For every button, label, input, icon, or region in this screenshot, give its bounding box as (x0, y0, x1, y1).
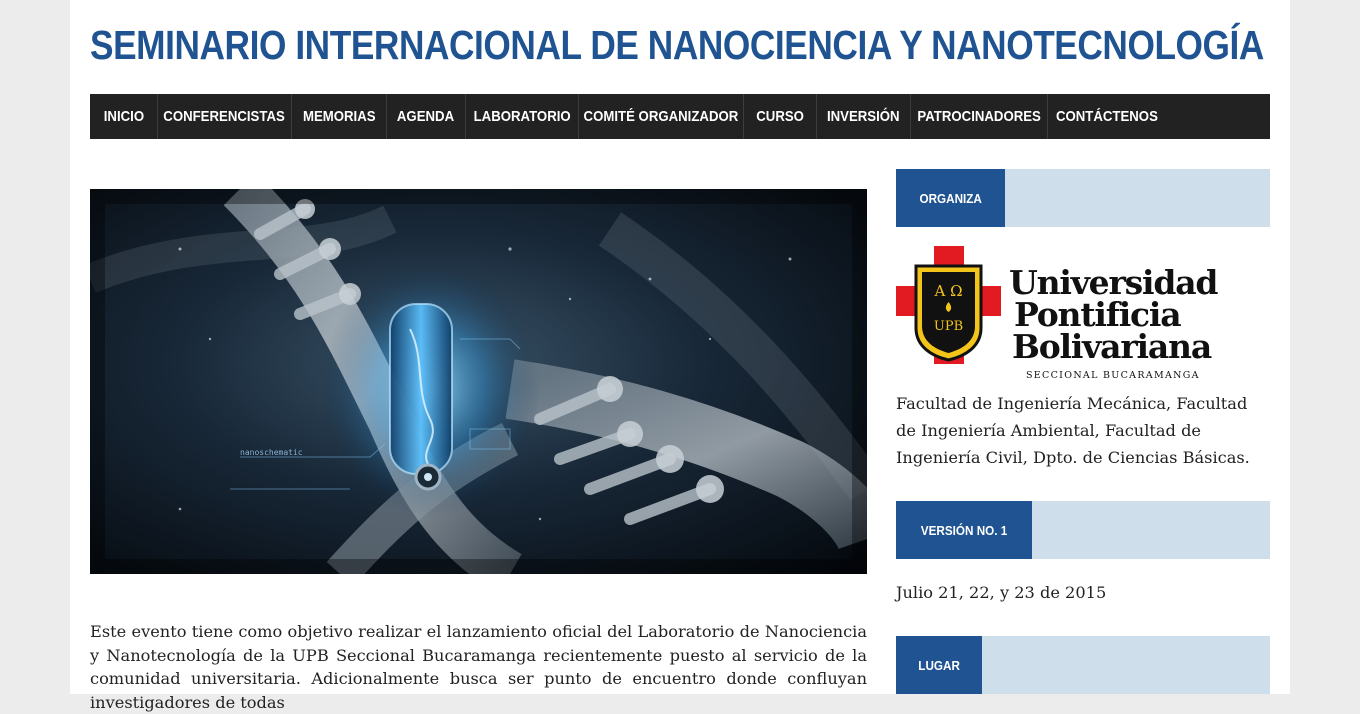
intro-paragraph: Este evento tiene como objetivo realizar… (90, 622, 867, 712)
widget-lugar-header: LUGAR (896, 636, 1270, 694)
widget-lugar-title: LUGAR (896, 636, 983, 694)
widget-organiza-header: ORGANIZA (896, 169, 1270, 227)
svg-text:Α Ω: Α Ω (933, 282, 962, 300)
nav-item-memorias[interactable]: MEMORIAS (292, 94, 387, 139)
site-title[interactable]: SEMINARIO INTERNACIONAL DE NANOCIENCIA Y… (90, 22, 1264, 69)
nav-item-comite-organizador[interactable]: COMITÉ ORGANIZADOR (579, 94, 744, 139)
nav-item-agenda[interactable]: AGENDA (387, 94, 466, 139)
main-nav: INICIO CONFERENCISTAS MEMORIAS AGENDA LA… (90, 94, 1270, 139)
hero-image: nanoschematic (90, 189, 867, 574)
upb-crest-icon: Α Ω UPB (896, 246, 1001, 364)
nav-item-inicio[interactable]: INICIO (90, 94, 158, 139)
hero-overlay-text: nanoschematic (240, 448, 303, 457)
version-text: Julio 21, 22, y 23 de 2015 (896, 583, 1107, 602)
widget-version-header: VERSIÓN NO. 1 (896, 501, 1270, 559)
nav-item-contactenos[interactable]: CONTÁCTENOS (1048, 94, 1165, 139)
dna-illustration: nanoschematic (90, 189, 867, 574)
nav-item-patrocinadores[interactable]: PATROCINADORES (911, 94, 1048, 139)
nav-item-curso[interactable]: CURSO (744, 94, 817, 139)
nav-item-laboratorio[interactable]: LABORATORIO (466, 94, 579, 139)
nav-item-conferencistas[interactable]: CONFERENCISTAS (158, 94, 292, 139)
organiza-text: Facultad de Ingeniería Mecánica, Faculta… (896, 394, 1250, 467)
svg-text:UPB: UPB (934, 319, 963, 334)
page-container: SEMINARIO INTERNACIONAL DE NANOCIENCIA Y… (70, 0, 1290, 712)
widget-version-title: VERSIÓN NO. 1 (896, 501, 1033, 559)
widget-organiza-title: ORGANIZA (896, 169, 1006, 227)
logo-name-line3: Bolivariana (1012, 327, 1212, 366)
upb-logo[interactable]: Α Ω UPB Universidad Pontificia Bolivaria… (896, 246, 1219, 382)
nav-item-inversion[interactable]: INVERSIÓN (817, 94, 911, 139)
logo-subtitle: SECCIONAL BUCARAMANGA (1026, 370, 1200, 381)
